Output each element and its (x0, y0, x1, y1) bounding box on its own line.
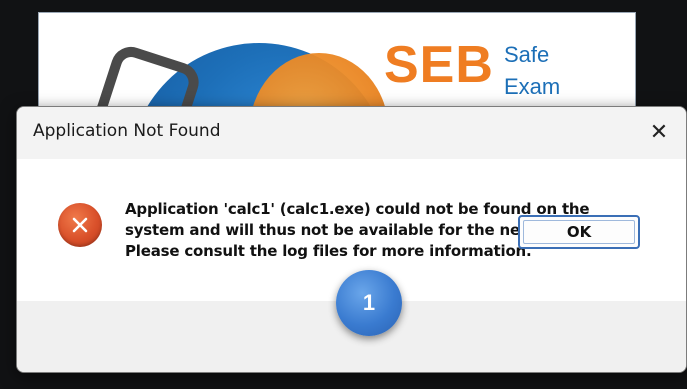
seb-tagline-line2: Exam (504, 74, 561, 99)
close-button[interactable]: ✕ (642, 115, 676, 149)
step-number-badge: 1 (336, 270, 402, 336)
close-icon: ✕ (649, 119, 669, 145)
ok-button[interactable]: OK (518, 215, 640, 249)
seb-tagline-line1: Safe (504, 42, 550, 67)
dialog-titlebar: Application Not Found ✕ (17, 107, 686, 159)
x-mark-icon (72, 217, 88, 233)
seb-logo-text: SEB (384, 36, 494, 94)
dialog-title: Application Not Found (33, 121, 221, 141)
step-number: 1 (362, 290, 376, 315)
ok-button-focus-ring (523, 220, 635, 244)
error-x-icon (58, 203, 102, 247)
